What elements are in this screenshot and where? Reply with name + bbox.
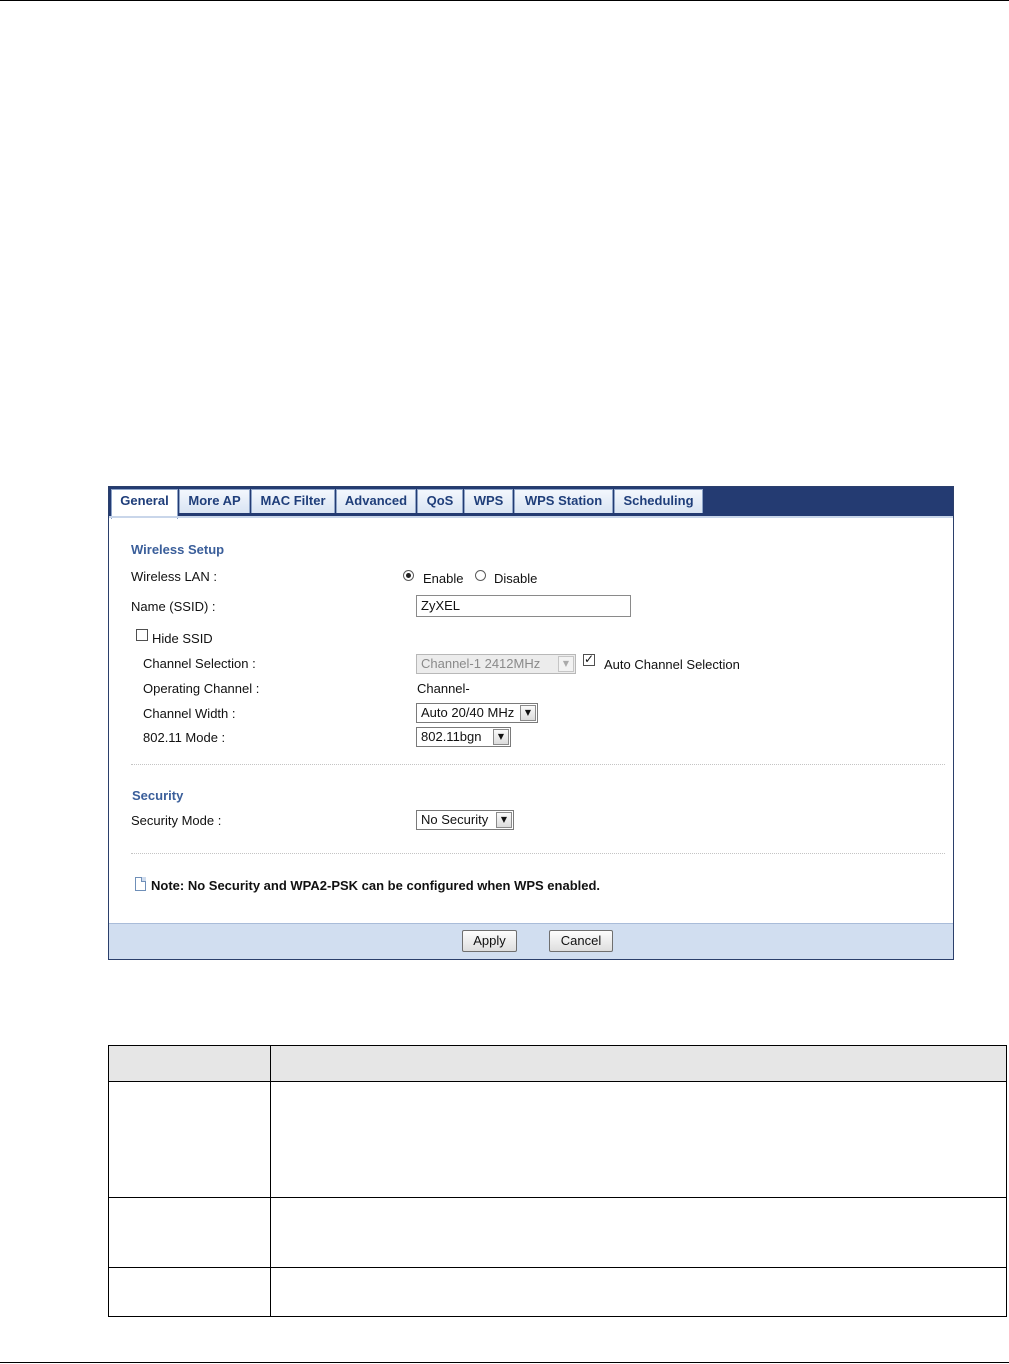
table-row-divider: [109, 1197, 1006, 1198]
disable-label: Disable: [494, 571, 538, 586]
tab-wps[interactable]: WPS: [464, 489, 513, 513]
wireless-lan-enable-radio[interactable]: [403, 570, 414, 581]
apply-button[interactable]: Apply: [462, 930, 517, 952]
page-bottom-rule: [0, 1362, 1009, 1363]
chevron-down-icon: ▼: [520, 705, 536, 721]
operating-channel-label: Operating Channel :: [143, 681, 260, 696]
table-row-divider: [109, 1267, 1006, 1268]
section-divider: [131, 764, 945, 765]
security-mode-value: No Security: [421, 812, 489, 827]
ssid-input[interactable]: ZyXEL: [416, 595, 631, 617]
operating-channel-value: Channel-: [417, 681, 470, 696]
mode-value: 802.11bgn: [421, 729, 482, 744]
channel-width-value: Auto 20/40 MHz: [421, 705, 515, 720]
tab-general[interactable]: General: [111, 489, 178, 519]
channel-selection-label: Channel Selection :: [143, 656, 256, 671]
tab-advanced[interactable]: Advanced: [336, 489, 416, 513]
channel-selection-select[interactable]: Channel-1 2412MHz ▼: [416, 654, 576, 674]
note-icon: [135, 877, 146, 891]
button-bar: Apply Cancel: [109, 923, 953, 959]
wireless-setup-heading: Wireless Setup: [131, 542, 225, 557]
page-top-rule: [0, 0, 1009, 1]
tab-bar: General More AP MAC Filter Advanced QoS …: [109, 487, 953, 519]
tab-mac-filter[interactable]: MAC Filter: [251, 489, 335, 513]
section-divider: [131, 853, 945, 854]
wps-note: Note: No Security and WPA2-PSK can be co…: [151, 878, 601, 893]
ssid-label: Name (SSID) :: [131, 599, 216, 614]
mode-label: 802.11 Mode :: [143, 730, 226, 745]
chevron-down-icon: ▼: [493, 729, 509, 745]
channel-selection-value: Channel-1 2412MHz: [421, 656, 541, 671]
hide-ssid-checkbox[interactable]: [136, 629, 148, 641]
field-description-table: [108, 1045, 1007, 1317]
chevron-down-icon: ▼: [558, 656, 574, 672]
channel-width-label: Channel Width :: [143, 706, 236, 721]
wireless-lan-label: Wireless LAN :: [131, 569, 217, 584]
security-heading: Security: [132, 788, 184, 803]
cancel-button[interactable]: Cancel: [549, 930, 613, 952]
table-header-row: [109, 1046, 1006, 1082]
enable-label: Enable: [423, 571, 464, 586]
tab-more-ap[interactable]: More AP: [179, 489, 250, 513]
tab-qos[interactable]: QoS: [417, 489, 463, 513]
tab-scheduling[interactable]: Scheduling: [614, 489, 703, 513]
wireless-lan-disable-radio[interactable]: [475, 570, 486, 581]
tab-bar-underline: [109, 516, 953, 518]
auto-channel-checkbox[interactable]: [583, 652, 595, 666]
chevron-down-icon: ▼: [496, 812, 512, 828]
security-mode-label: Security Mode :: [131, 813, 222, 828]
hide-ssid-label: Hide SSID: [152, 631, 213, 646]
channel-width-select[interactable]: Auto 20/40 MHz ▼: [416, 703, 538, 723]
tab-wps-station[interactable]: WPS Station: [514, 489, 613, 513]
mode-select[interactable]: 802.11bgn ▼: [416, 727, 511, 747]
wireless-general-panel: General More AP MAC Filter Advanced QoS …: [108, 486, 954, 960]
table-column-divider: [270, 1046, 271, 1316]
auto-channel-label: Auto Channel Selection: [604, 657, 740, 672]
security-mode-select[interactable]: No Security ▼: [416, 810, 514, 830]
